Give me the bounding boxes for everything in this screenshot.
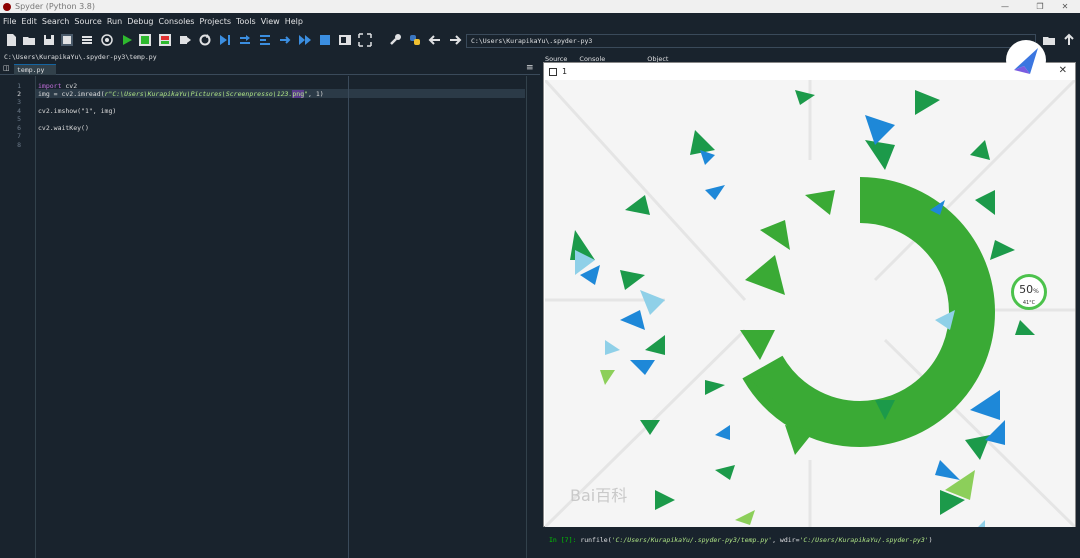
image-window-close-button[interactable]: ✕: [1059, 65, 1067, 76]
window-icon: [549, 67, 557, 76]
debug-step-icon[interactable]: [238, 33, 252, 47]
editor-options-menu-icon[interactable]: ≡: [526, 63, 534, 73]
cpu-temperature: 41°C: [1022, 300, 1036, 306]
code-token: cv2: [61, 82, 78, 90]
parent-dir-arrow-icon[interactable]: [1062, 33, 1076, 47]
cpu-percent: 50%: [1014, 282, 1044, 300]
line-number: 5: [17, 115, 21, 123]
console-cmd-mid: , wdir=: [772, 536, 800, 544]
run-cell-icon[interactable]: [138, 33, 152, 47]
line-number: 1: [17, 82, 21, 90]
image-window-title: 1: [562, 67, 568, 76]
editor-scrollbar[interactable]: [526, 76, 540, 558]
preferences-wrench-icon[interactable]: [388, 33, 402, 47]
line-number: 7: [17, 132, 21, 140]
python-path-icon[interactable]: [408, 33, 422, 47]
code-line-2: img = cv2.imread(r"C:\Users\KurapikaYu\P…: [38, 90, 324, 98]
menu-run[interactable]: Run: [107, 17, 122, 26]
menu-file[interactable]: File: [3, 17, 16, 26]
anaconda-logo-image: Bai百科: [545, 80, 1075, 527]
cpu-percent-value: 50: [1019, 283, 1034, 296]
save-all-icon[interactable]: [60, 33, 74, 47]
menu-bar: File Edit Search Source Run Debug Consol…: [0, 13, 1080, 30]
console-prompt: In [7]:: [549, 536, 577, 544]
new-file-icon[interactable]: [4, 33, 18, 47]
string-token: r"C:\Users\KurapikaYu\Pictures\Screenpre…: [104, 90, 293, 98]
line-number: 3: [17, 98, 21, 106]
menu-debug[interactable]: Debug: [127, 17, 153, 26]
browse-tabs-icon[interactable]: [80, 33, 94, 47]
opencv-image-window[interactable]: 1 ✕ Bai百科: [543, 62, 1076, 527]
line-number: 6: [17, 124, 21, 132]
code-line-4: cv2.imshow("1", img): [38, 107, 117, 115]
line-number-gutter: 1 2 3 4 5 6 7 8: [0, 76, 36, 558]
menu-edit[interactable]: Edit: [21, 17, 37, 26]
tab-label: temp.py: [17, 66, 45, 74]
title-bar: Spyder (Python 3.8): [0, 0, 1080, 13]
code-token: , 1): [308, 90, 324, 98]
menu-source[interactable]: Source: [74, 17, 101, 26]
maximize-pane-icon[interactable]: [338, 33, 352, 47]
minimize-button[interactable]: —: [990, 0, 1020, 13]
console-output-line: In [7]: runfile('C:/Users/KurapikaYu/.sp…: [549, 536, 933, 544]
spyder-window: Spyder (Python 3.8) — ❐ ✕ File Edit Sear…: [0, 0, 1080, 558]
cpu-percent-unit: %: [1033, 288, 1039, 295]
editor-filepath: C:\Users\KurapikaYu\.spyder-py3\temp.py: [0, 52, 540, 63]
stop-debug-icon[interactable]: [318, 33, 332, 47]
image-canvas: Bai百科: [545, 80, 1075, 527]
tab-temp-py[interactable]: temp.py ×: [14, 64, 56, 85]
fullscreen-icon[interactable]: [358, 33, 372, 47]
menu-projects[interactable]: Projects: [199, 17, 231, 26]
tab-list-icon[interactable]: ◫: [3, 64, 10, 72]
console-arg-wdir: 'C:/Users/KurapikaYu/.spyder-py3': [799, 536, 929, 544]
console-cmd-end: ): [928, 536, 933, 544]
rerun-icon[interactable]: [198, 33, 212, 47]
email-at-icon[interactable]: [100, 33, 114, 47]
window-title: Spyder (Python 3.8): [15, 2, 95, 11]
run-cell-advance-icon[interactable]: [158, 33, 172, 47]
menu-search[interactable]: Search: [42, 17, 69, 26]
bird-logo-icon: [1014, 48, 1038, 74]
continue-icon[interactable]: [298, 33, 312, 47]
save-icon[interactable]: [42, 33, 56, 47]
edge-line-marker: [348, 76, 349, 558]
keyword-token: import: [38, 82, 62, 90]
line-number: 4: [17, 107, 21, 115]
run-icon[interactable]: [120, 33, 134, 47]
selected-token: png: [292, 90, 305, 98]
back-arrow-icon[interactable]: [428, 33, 442, 47]
step-return-icon[interactable]: [278, 33, 292, 47]
console-cmd: runfile(: [576, 536, 612, 544]
open-file-icon[interactable]: [22, 33, 36, 47]
image-watermark: Bai百科: [570, 486, 627, 505]
performance-widget[interactable]: 50% 41°C: [1011, 274, 1047, 310]
menu-view[interactable]: View: [261, 17, 280, 26]
step-into-icon[interactable]: [258, 33, 272, 47]
floating-bird-logo[interactable]: [1006, 40, 1046, 80]
forward-arrow-icon[interactable]: [448, 33, 462, 47]
working-directory-input[interactable]: C:\Users\KurapikaYu\.spyder-py3: [466, 34, 1036, 48]
run-selection-icon[interactable]: [178, 33, 192, 47]
spyder-logo-icon: [3, 2, 11, 11]
line-number: 2: [17, 90, 21, 98]
editor-tabbar: ◫ temp.py × ≡: [0, 63, 540, 85]
menu-help[interactable]: Help: [285, 17, 303, 26]
image-window-titlebar[interactable]: 1: [544, 63, 1075, 80]
code-token: img = cv2.imread(: [38, 90, 105, 98]
line-number: 8: [17, 141, 21, 149]
code-line-6: cv2.waitKey(): [38, 124, 89, 132]
debug-icon[interactable]: [218, 33, 232, 47]
menu-tools[interactable]: Tools: [236, 17, 256, 26]
code-line-1: import cv2: [38, 82, 77, 90]
close-window-button[interactable]: ✕: [1050, 0, 1080, 13]
console-arg-file: 'C:/Users/KurapikaYu/.spyder-py3/temp.py…: [611, 536, 773, 544]
code-editor[interactable]: 1 2 3 4 5 6 7 8 import cv2 img = cv2.imr…: [0, 76, 540, 558]
menu-consoles[interactable]: Consoles: [159, 17, 195, 26]
